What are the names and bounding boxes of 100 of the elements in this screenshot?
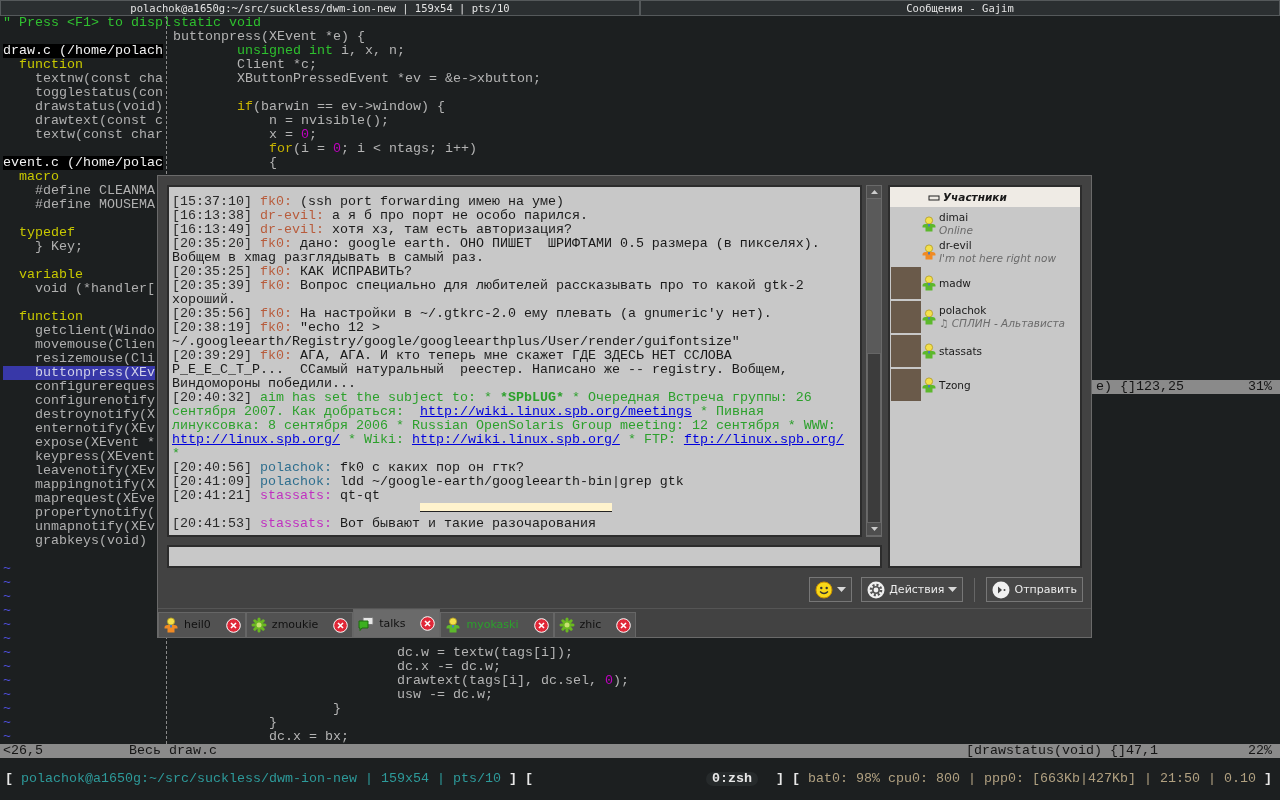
empty-line-marker: ~ xyxy=(3,660,11,674)
person-icon xyxy=(445,617,462,633)
tag-item[interactable]: unmapnotify(XEv xyxy=(3,520,155,534)
bracket-text: ] xyxy=(1264,772,1272,786)
contact-name[interactable]: dimai xyxy=(939,211,973,224)
contact-status: Online xyxy=(939,224,973,237)
contact-name[interactable]: madw xyxy=(939,276,971,290)
smiley-icon xyxy=(815,580,834,599)
tag-item[interactable]: configurenotify xyxy=(3,394,155,408)
tag-item[interactable]: getclient(Windo xyxy=(3,324,155,338)
chat-message: [16:13:49] dr-evil: хотя хз, там есть авторизация? xyxy=(172,223,573,237)
system-info: bat0: 98% cpu0: 800 | ppp0: [663Kb|427Kb] | 21:50 | 0.10 xyxy=(808,772,1256,786)
bracket-text: ] [ xyxy=(776,772,801,786)
section-heading: macro xyxy=(18,170,59,184)
flower-icon xyxy=(250,617,267,633)
code-line: dc.x = bx; xyxy=(267,730,350,744)
close-icon[interactable] xyxy=(420,616,436,631)
tag-item[interactable]: void (*handler[ xyxy=(3,282,155,296)
up-arrow-icon[interactable] xyxy=(870,190,878,194)
send-button[interactable]: Отправить xyxy=(986,577,1083,602)
close-icon[interactable] xyxy=(333,617,349,633)
tag-item[interactable]: drawstatus(void) xyxy=(3,100,163,114)
file-heading[interactable]: draw.c (/home/polach xyxy=(3,44,163,58)
tag-location: e) {]123,25 xyxy=(1096,380,1184,394)
terminal-title: polachok@a1650g:~/src/suckless/dwm-ion-new | 159x54 | pts/10 xyxy=(21,772,501,786)
code-line: static void xyxy=(173,16,262,30)
file-name: Весь draw.c xyxy=(129,744,217,758)
help-text: " Press <F1> to displ xyxy=(3,16,171,30)
tag-item[interactable]: grabkeys(void) xyxy=(3,534,147,548)
code-line: dc.w = textw(tags[i]); xyxy=(395,646,574,660)
empty-line-marker: ~ xyxy=(3,716,11,730)
contact-status: I'm not here right now xyxy=(939,252,1056,265)
code-line: usw -= dc.w; xyxy=(395,688,494,702)
code-line: unsigned int i, x, n; xyxy=(236,44,406,58)
close-icon[interactable] xyxy=(616,617,632,633)
tag-item[interactable]: buttonpress(XEv xyxy=(3,366,155,380)
tag-item[interactable]: propertynotify( xyxy=(3,506,155,520)
chat-tab[interactable]: talks xyxy=(353,609,441,638)
link[interactable]: http://wiki.linux.spb.org/ xyxy=(411,432,620,447)
empty-line-marker: ~ xyxy=(3,646,11,660)
section-heading: variable xyxy=(18,268,83,282)
tag-item[interactable]: expose(XEvent * xyxy=(3,436,155,450)
chat-message: [20:41:53] stassats: Вот бывают и такие разочарования xyxy=(172,517,597,531)
link[interactable]: http://wiki.linux.spb.org/meetings xyxy=(419,404,692,419)
section-heading: typedef xyxy=(18,226,75,240)
tag-item[interactable]: enternotify(XEv xyxy=(3,422,155,436)
tag-item[interactable]: keypress(XEvent xyxy=(3,450,155,464)
tag-item[interactable]: mappingnotify(X xyxy=(3,478,155,492)
window-tab[interactable]: Сообщения - Gajim xyxy=(640,0,1280,16)
empty-line-marker: ~ xyxy=(3,674,11,688)
chat-message: [20:40:32] aim has set the subject to: * *SPbLUG* * Очередная Встреча группы: 26 сентября 2007. Как добраться: http://wiki.linux.spb.org/meetings * Пивная линуксовка: 8 сентября 2006 * Russian OpenSolaris Group meeting: 12 сентября * WWW: http://linux.spb.org/ * Wiki: http://wiki.linux.spb.org/ * FTP: ftp://linux.spb.org/ * xyxy=(172,391,845,461)
tag-item[interactable]: resizemouse(Cli xyxy=(3,352,155,366)
gear-icon xyxy=(867,580,886,599)
code-line: dc.x -= dc.w; xyxy=(395,660,502,674)
person-icon xyxy=(163,617,179,633)
code-line: } xyxy=(267,716,278,730)
tag-item[interactable]: movemouse(Clien xyxy=(3,338,155,352)
tag-item[interactable]: textw(const char xyxy=(3,128,163,142)
contact-name[interactable]: dr-evil xyxy=(939,239,1056,252)
tag-item[interactable]: destroynotify(X xyxy=(3,408,155,422)
code-line: { xyxy=(267,156,278,170)
tag-item[interactable]: maprequest(XEve xyxy=(3,492,155,506)
tag-item[interactable]: textnw(const cha xyxy=(3,72,163,86)
close-icon[interactable] xyxy=(225,617,241,633)
tag-item[interactable]: #define MOUSEMA xyxy=(3,198,155,212)
message-input[interactable] xyxy=(167,545,882,568)
tag-item[interactable]: togglestatus(con xyxy=(3,86,163,100)
code-line: x = 0; xyxy=(267,128,318,142)
link[interactable]: ftp://linux.spb.org/ xyxy=(683,432,844,447)
section-heading: function xyxy=(18,58,83,72)
chat-message: [20:35:25] fk0: КАК ИСПРАВИТЬ? xyxy=(172,265,413,279)
close-icon[interactable] xyxy=(533,617,549,633)
contact-name[interactable]: polachok xyxy=(939,304,1066,317)
workspace-tab[interactable]: 0:zsh xyxy=(706,772,759,786)
code-line: XButtonPressedEvent *ev = &e->xbutton; xyxy=(236,72,542,86)
caret-icon xyxy=(837,587,847,592)
empty-line-marker: ~ xyxy=(3,730,11,744)
tag-location: [drawstatus(void) {]47,1 xyxy=(966,744,1158,758)
emoticon-button[interactable] xyxy=(809,577,853,602)
contact-name[interactable]: stassats xyxy=(939,344,982,358)
tag-item[interactable]: configurereques xyxy=(3,380,155,394)
contact-name[interactable]: Tzong xyxy=(939,378,971,392)
actions-button[interactable]: Действия xyxy=(861,577,964,602)
file-heading[interactable]: event.c (/home/polac xyxy=(3,156,163,170)
code-line: for(i = 0; i < ntags; i++) xyxy=(267,142,478,156)
section-heading: function xyxy=(18,310,83,324)
empty-line-marker: ~ xyxy=(3,688,11,702)
down-arrow-icon[interactable] xyxy=(870,527,878,531)
chat-message: [15:37:10] fk0: (ssh port forwarding имею на уме) xyxy=(172,195,565,209)
empty-line-marker: ~ xyxy=(3,632,11,646)
tag-item[interactable]: leavenotify(XEv xyxy=(3,464,155,478)
chat-message: [20:40:56] polachok: fk0 с каких пор он гтк? xyxy=(172,461,525,475)
scrollbar[interactable] xyxy=(866,185,882,537)
window-tab[interactable]: polachok@a1650g:~/src/suckless/dwm-ion-new | 159x54 | pts/10 xyxy=(0,0,640,16)
tag-item[interactable]: drawtext(const c xyxy=(3,114,163,128)
tag-item[interactable]: } Key; xyxy=(3,240,83,254)
link[interactable]: http://linux.spb.org/ xyxy=(172,432,340,447)
tag-item[interactable]: #define CLEANMA xyxy=(3,184,155,198)
contact-status: ♫ СПЛИН - Альтависта xyxy=(939,317,1066,330)
code-line: drawtext(tags[i], dc.sel, 0); xyxy=(395,674,630,688)
